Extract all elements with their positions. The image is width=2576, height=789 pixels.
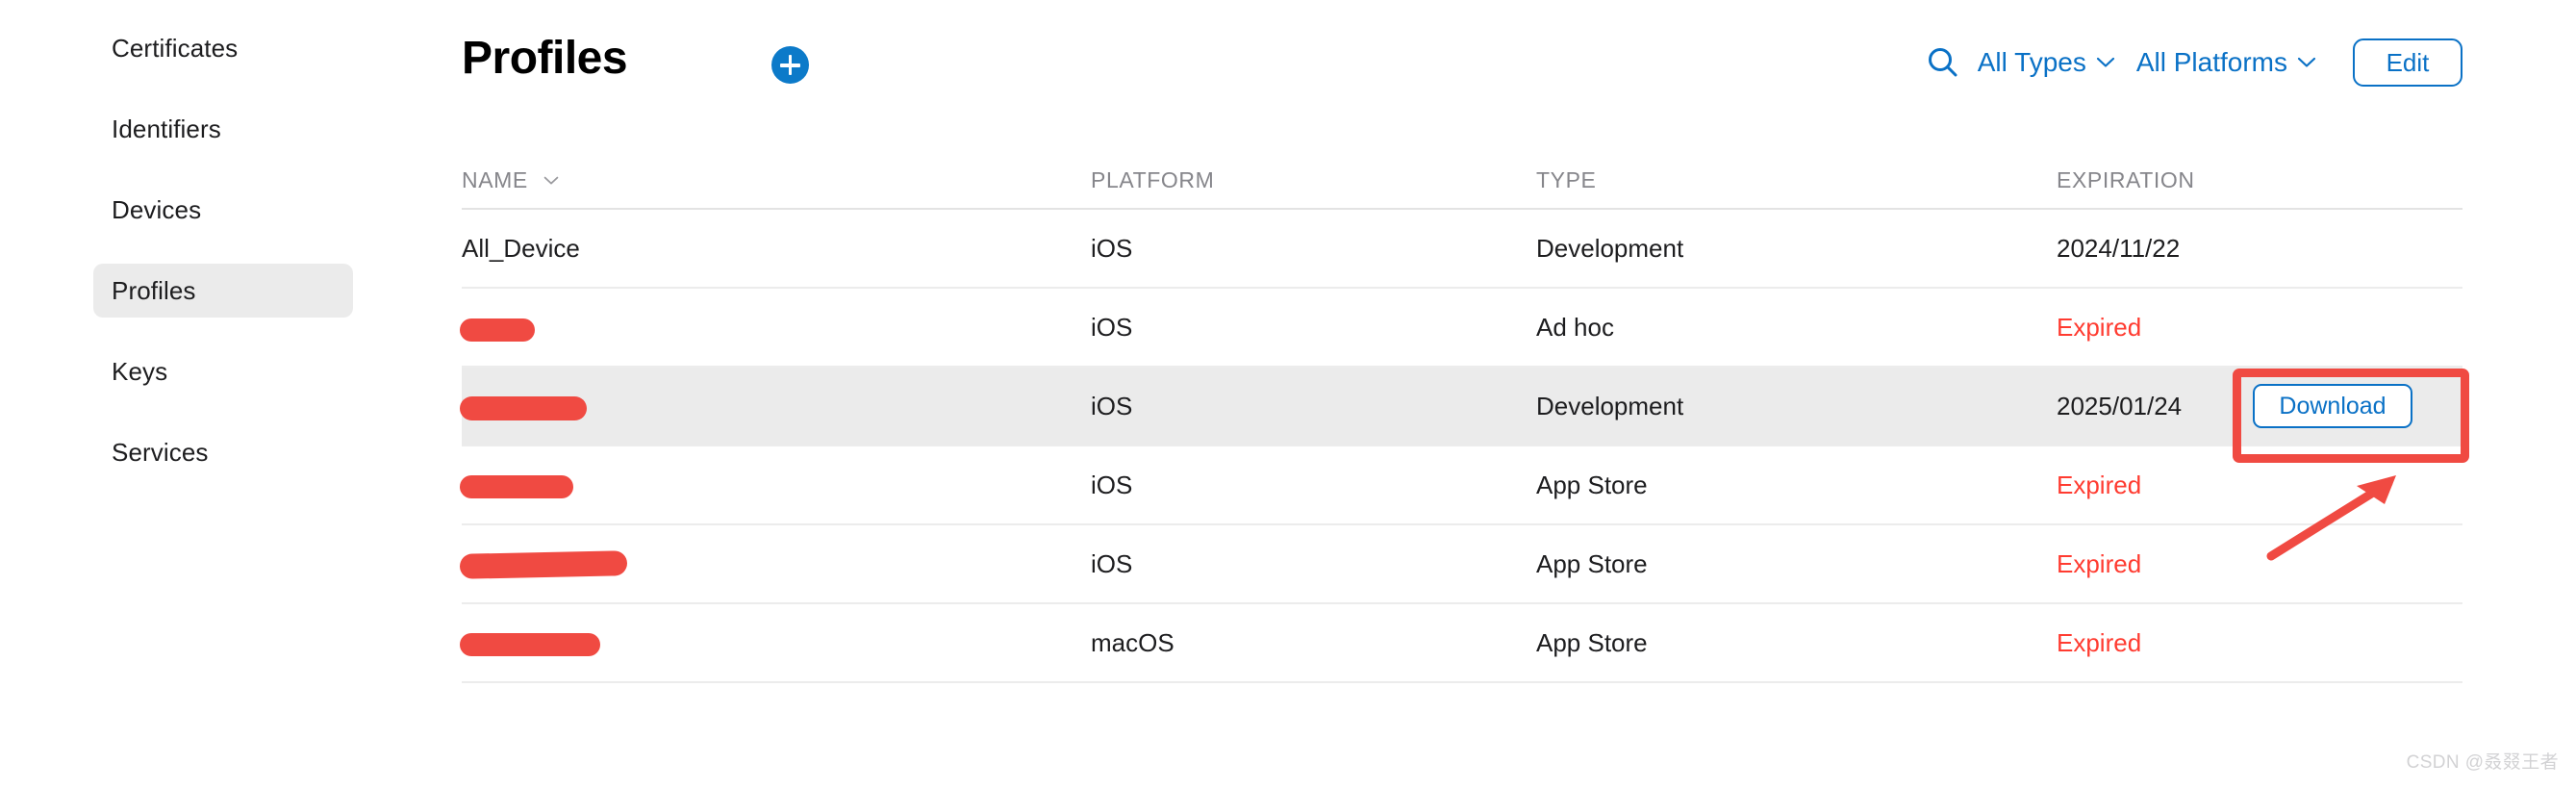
table-row[interactable]: All_Device iOS Development 2024/11/22 — [462, 210, 2462, 289]
download-button[interactable]: Download — [2253, 384, 2412, 428]
table-row[interactable]: iOS Development 2025/01/24 Download — [460, 368, 2462, 446]
table-row[interactable]: iOS Ad hoc Expired — [460, 289, 2462, 368]
cell-type: App Store — [1536, 549, 1648, 578]
edit-button-label: Edit — [2386, 47, 2430, 77]
chevron-down-icon — [2297, 44, 2316, 75]
cell-type: Development — [1536, 392, 1684, 420]
cell-expiration: 2024/11/22 — [2057, 234, 2181, 263]
redaction-mark — [460, 475, 573, 498]
main-content: Profiles All Types All Platforms Edit NA… — [0, 0, 2576, 789]
redaction-mark — [459, 550, 628, 579]
cell-expiration: Expired — [2057, 549, 2142, 578]
chevron-down-icon — [543, 165, 559, 191]
cell-expiration: Expired — [2057, 313, 2142, 342]
watermark: CSDN @叒叕王者 — [2406, 752, 2559, 773]
cell-platform: iOS — [1091, 471, 1133, 499]
filter-all-types[interactable]: All Types — [1978, 47, 2115, 78]
table-row[interactable]: iOS App Store Expired — [460, 446, 2462, 525]
cell-expiration: 2025/01/24 — [2057, 392, 2183, 420]
cell-type: App Store — [1536, 471, 1648, 499]
column-header-name[interactable]: NAME — [462, 167, 559, 193]
table-row[interactable]: iOS App Store Expired — [459, 525, 2462, 604]
column-header-platform: PLATFORM — [1091, 167, 1215, 192]
page-title: Profiles — [462, 33, 628, 84]
cell-type: Development — [1536, 234, 1684, 263]
edit-button[interactable]: Edit — [2353, 38, 2462, 87]
redaction-mark — [460, 396, 587, 420]
filter-all-platforms-label: All Platforms — [2135, 47, 2287, 77]
cell-platform: iOS — [1091, 392, 1133, 420]
cell-expiration: Expired — [2057, 628, 2142, 657]
redaction-mark — [460, 318, 535, 342]
filter-all-types-label: All Types — [1977, 47, 2086, 77]
column-header-name-label: NAME — [462, 167, 528, 192]
table-row[interactable]: macOS App Store Expired — [460, 604, 2462, 683]
page-header: Profiles All Types All Platforms Edit — [462, 29, 2462, 96]
cell-type: Ad hoc — [1536, 313, 1614, 342]
profiles-table: NAME PLATFORM TYPE EXPIRATION All_Device… — [459, 154, 2462, 683]
table-header-row: NAME PLATFORM TYPE EXPIRATION — [462, 154, 2462, 210]
chevron-down-icon — [2096, 44, 2115, 75]
add-profile-button[interactable] — [771, 46, 809, 84]
cell-type: App Store — [1536, 628, 1648, 657]
column-header-type: TYPE — [1536, 167, 1597, 192]
cell-platform: iOS — [1091, 549, 1133, 578]
filter-all-platforms[interactable]: All Platforms — [2136, 47, 2316, 78]
header-controls: All Types All Platforms Edit — [1922, 33, 2462, 92]
column-header-expiration: EXPIRATION — [2057, 167, 2195, 192]
cell-name: All_Device — [462, 234, 580, 263]
download-button-label: Download — [2279, 392, 2387, 420]
cell-platform: macOS — [1091, 628, 1174, 657]
search-icon[interactable] — [1922, 41, 1964, 84]
cell-platform: iOS — [1091, 313, 1133, 342]
cell-platform: iOS — [1091, 234, 1133, 263]
redaction-mark — [460, 633, 600, 656]
cell-expiration: Expired — [2057, 471, 2142, 499]
